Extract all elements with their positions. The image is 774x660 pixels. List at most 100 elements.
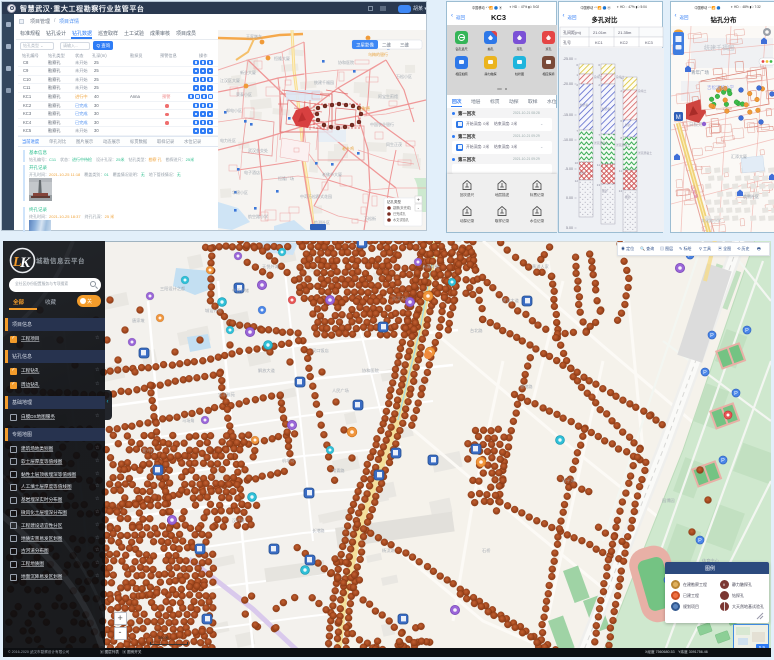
svg-text:协和医院: 协和医院	[362, 367, 380, 374]
svg-text:万松小区: 万松小区	[396, 73, 412, 79]
svg-text:+: +	[417, 198, 420, 204]
svg-text:-20.00: -20.00	[562, 82, 572, 86]
svg-text:城设计院: 城设计院	[205, 307, 223, 314]
svg-text:航侧社区: 航侧社区	[743, 193, 759, 199]
svg-text:长港路: 长港路	[312, 527, 325, 534]
svg-text:园博园: 园博园	[662, 497, 675, 504]
svg-text:武汉天地: 武汉天地	[392, 295, 410, 302]
svg-text:细砂: 细砂	[625, 195, 631, 199]
svg-text:10: 10	[574, 161, 578, 165]
svg-text:统建千福园: 统建千福园	[314, 79, 334, 85]
svg-text:协和医院: 协和医院	[338, 59, 354, 65]
svg-text:石桥: 石桥	[482, 547, 491, 554]
svg-text:汉兴街: 汉兴街	[232, 517, 245, 524]
svg-text:王家墩东: 王家墩东	[246, 33, 262, 39]
svg-text:淤泥质粘土: 淤泥质粘土	[594, 141, 608, 145]
svg-text:阿宝生煎馆: 阿宝生煎馆	[378, 93, 398, 99]
svg-text:M: M	[675, 115, 680, 121]
svg-text:新业大厦: 新业大厦	[240, 69, 256, 75]
svg-text:P: P	[734, 391, 738, 397]
svg-text:淤泥质粘土: 淤泥质粘土	[638, 151, 652, 155]
svg-text:青年广场: 青年广场	[691, 69, 709, 76]
svg-text:人民广场: 人民广场	[332, 387, 349, 394]
svg-text:勘察(未完成): 勘察(未完成)	[393, 205, 411, 210]
svg-text:荣泰小区: 荣泰小区	[236, 91, 252, 97]
svg-text:二维: 二维	[382, 42, 391, 49]
svg-text:吉松里校小学: 吉松里校小学	[707, 84, 734, 91]
svg-text:钻孔类型: 钻孔类型	[387, 199, 401, 204]
svg-text:KC2: KC2	[620, 40, 629, 45]
svg-text:杂填土: 杂填土	[594, 75, 603, 79]
svg-text:电子酒店: 电子酒店	[244, 169, 260, 175]
svg-text:12: 12	[574, 179, 578, 183]
svg-text:华锦小区: 华锦小区	[232, 189, 248, 195]
svg-text:永清商圈: 永清商圈	[422, 263, 439, 270]
svg-text:解放大道: 解放大道	[258, 367, 276, 374]
svg-text:宝丰雅苑: 宝丰雅苑	[218, 391, 236, 398]
svg-text:文化路小学: 文化路小学	[701, 217, 721, 223]
svg-text:汇添大厦: 汇添大厦	[731, 153, 747, 159]
svg-text:杨汊湖: 杨汊湖	[382, 547, 395, 554]
svg-text:21.01m: 21.01m	[593, 30, 607, 35]
svg-text:11: 11	[596, 163, 599, 167]
svg-text:KC3: KC3	[645, 40, 654, 45]
svg-text:统建千福园: 统建千福园	[704, 44, 734, 52]
svg-text:0.00: 0.00	[566, 196, 573, 200]
svg-text:11: 11	[618, 169, 621, 173]
svg-text:乌梅的银行: 乌梅的银行	[368, 51, 388, 57]
svg-text:江汉区大厦: 江汉区大厦	[220, 77, 240, 83]
svg-text:21.35m: 21.35m	[618, 30, 632, 35]
svg-text:-25.00: -25.00	[562, 57, 572, 61]
svg-text:粉砂: 粉砂	[625, 123, 631, 127]
svg-text:航空路小学: 航空路小学	[248, 213, 268, 219]
svg-text:杂填土: 杂填土	[616, 75, 625, 79]
svg-text:中国农业银行: 中国农业银行	[370, 121, 394, 127]
svg-text:13: 13	[596, 183, 600, 187]
svg-text:电力社区: 电力社区	[220, 137, 236, 143]
svg-text:建设大道: 建设大道	[502, 297, 520, 304]
svg-text:唐家墩: 唐家墩	[132, 317, 145, 324]
svg-text:老佛爷大厦: 老佛爷大厦	[322, 171, 342, 177]
svg-text:三阳设计之都: 三阳设计之都	[160, 285, 186, 292]
svg-text:P: P	[698, 538, 702, 544]
svg-text:香港路: 香港路	[520, 383, 533, 390]
svg-text:P: P	[710, 333, 714, 339]
svg-text:马场角: 马场角	[182, 417, 195, 424]
svg-text:复兴村: 复兴村	[142, 447, 155, 454]
svg-text:水文试验孔: 水文试验孔	[393, 217, 410, 222]
svg-text:同生正茂: 同生正茂	[386, 141, 402, 147]
svg-text:孔号: 孔号	[563, 39, 571, 45]
svg-text:已完成孔: 已完成孔	[393, 211, 407, 216]
svg-text:孔间距(m): 孔间距(m)	[563, 29, 582, 35]
svg-text:-15.00: -15.00	[562, 113, 572, 117]
svg-text:粉质粘: 粉质粘	[602, 107, 611, 111]
svg-text:塔子湖: 塔子湖	[562, 477, 575, 484]
svg-text:14: 14	[618, 189, 622, 193]
svg-text:粉质粘: 粉质粘	[580, 103, 589, 107]
svg-text:黄浦人家: 黄浦人家	[532, 263, 550, 270]
svg-text:P: P	[703, 370, 707, 376]
svg-text:P: P	[745, 328, 749, 334]
svg-text:邮电小区: 邮电小区	[226, 107, 242, 113]
svg-text:中奇万松郡式花园: 中奇万松郡式花园	[300, 193, 332, 199]
svg-text:全聚德: 全聚德	[358, 105, 370, 111]
svg-text:KC1: KC1	[595, 40, 604, 45]
svg-text:恒隆大厦: 恒隆大厦	[274, 55, 290, 61]
svg-text:机场河: 机场河	[282, 457, 295, 464]
svg-text:老乡鸡: 老乡鸡	[342, 145, 354, 151]
svg-text:常青路: 常青路	[332, 467, 345, 474]
svg-text:P: P	[721, 458, 725, 464]
svg-text:K: K	[19, 255, 31, 271]
svg-text:台北路: 台北路	[470, 327, 483, 334]
svg-text:恒隆广场: 恒隆广场	[278, 175, 294, 181]
svg-text:-5.00: -5.00	[564, 167, 572, 171]
svg-text:日报苑: 日报苑	[689, 121, 703, 128]
svg-text:淤泥质粘土: 淤泥质粘土	[616, 143, 630, 147]
svg-text:三维: 三维	[400, 42, 409, 49]
svg-text:汉口饭店: 汉口饭店	[312, 347, 329, 354]
svg-text:中百仓储: 中百仓储	[232, 287, 249, 294]
svg-text:细砂: 细砂	[602, 189, 608, 193]
svg-text:粉砂: 粉砂	[580, 171, 586, 175]
svg-text:5.00: 5.00	[566, 226, 573, 230]
svg-text:万松街: 万松街	[364, 215, 376, 221]
